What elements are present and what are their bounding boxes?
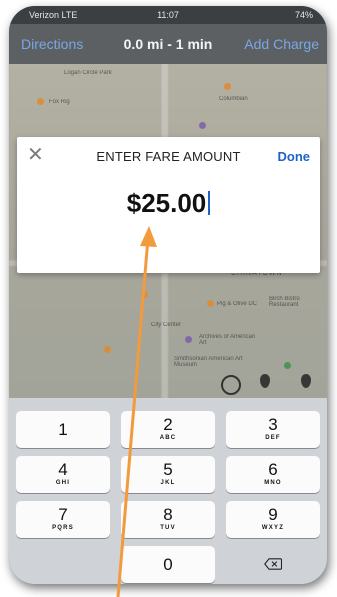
map-label: Smithsonian American Art Museum [174,356,243,368]
battery-percent: 74% [294,10,313,20]
map-poi [284,362,291,369]
status-bar: Verizon LTE 11:07 74% [9,6,327,24]
key-number: 9 [268,505,278,524]
map-label: Columbian [219,96,248,102]
key-number: 7 [58,505,68,524]
key-8[interactable]: 8 TUV [121,501,215,538]
key-letters: PQRS [52,525,74,531]
fare-amount-input[interactable]: $25.00 [17,188,320,219]
key-letters: MNO [264,480,282,486]
key-number: 1 [58,420,68,439]
key-letters: TUV [160,525,176,531]
key-1[interactable]: 1 [16,411,110,448]
key-blank [16,546,110,583]
battery-indicator: 74% [295,10,313,20]
key-number: 4 [58,460,68,479]
map-label: Archives of American Art [199,334,256,346]
navigation-bar: Directions 0.0 mi - 1 min Add Charge [9,24,327,64]
key-3[interactable]: 3 DEF [226,411,320,448]
map-poi [37,98,44,105]
key-letters: WXYZ [261,525,285,531]
key-number: 2 [163,415,173,434]
key-2[interactable]: 2 ABC [121,411,215,448]
fare-dialog: ✕ ENTER FARE AMOUNT Done $25.00 [17,137,320,273]
fare-amount-value: $25.00 [126,188,207,218]
key-4[interactable]: 4 GHI [16,456,110,493]
key-letters: DEF [265,435,281,441]
map-label: Logan Circle Park [64,70,112,76]
delete-button[interactable] [226,546,320,583]
backspace-icon [264,558,282,570]
key-number: 3 [268,415,278,434]
key-5[interactable]: 5 JKL [121,456,215,493]
key-7[interactable]: 7 PQRS [16,501,110,538]
key-6[interactable]: 6 MNO [226,456,320,493]
done-button[interactable]: Done [278,149,311,164]
numeric-keypad: 1 2 ABC 3 DEF 4 GHI 5 JKL 6 MNO 7 PQRS 8… [9,398,327,584]
map-label: Birch Bistro Restaurant [269,296,300,308]
key-number: 0 [163,555,173,574]
key-0[interactable]: 0 [121,546,215,583]
map-poi [199,122,206,129]
map-poi [207,300,214,307]
key-9[interactable]: 9 WXYZ [226,501,320,538]
key-number: 8 [163,505,173,524]
map-poi [185,336,192,343]
location-target-icon[interactable] [221,375,241,395]
dialog-title: ENTER FARE AMOUNT [96,149,241,164]
map-poi [104,346,111,353]
phone-frame: Logan Circle Park Columbian Fox Rig Chin… [9,6,327,584]
key-number: 5 [163,460,173,479]
map-label: Pig & Olive DC [217,301,258,307]
text-cursor [208,191,211,215]
map-poi [224,83,231,90]
key-letters: JKL [160,480,176,486]
clock: 11:07 [157,10,179,20]
map-poi [141,291,148,298]
key-letters: ABC [159,435,177,441]
key-number: 6 [268,460,278,479]
key-letters: GHI [55,480,71,486]
map-label: City Center [151,322,182,328]
map-label: Fox Rig [49,99,70,105]
add-charge-link[interactable]: Add Charge [244,36,319,52]
